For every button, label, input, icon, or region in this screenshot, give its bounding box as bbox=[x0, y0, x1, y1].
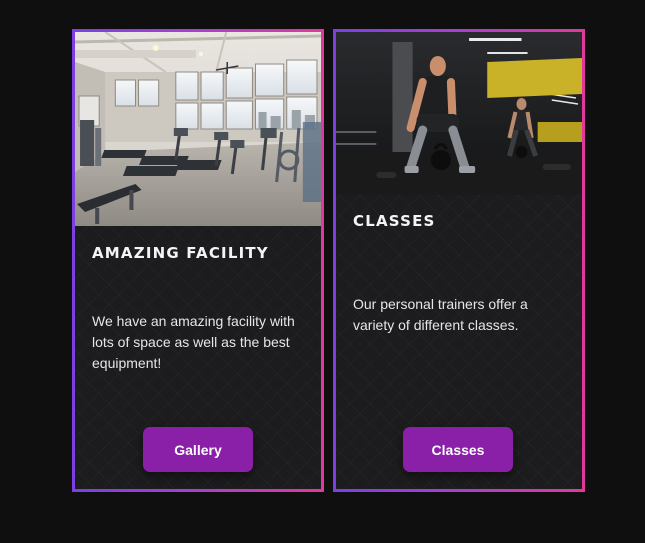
card-description: We have an amazing facility with lots of… bbox=[92, 313, 295, 371]
facility-card-body: Amazing Facility We have an amazing faci… bbox=[75, 32, 321, 489]
card-title: Classes bbox=[353, 212, 436, 230]
kettlebell-training-photo bbox=[336, 32, 582, 195]
page: Amazing Facility We have an amazing faci… bbox=[0, 0, 645, 543]
gym-facility-photo bbox=[75, 32, 321, 226]
facility-card: Amazing Facility We have an amazing faci… bbox=[72, 29, 324, 492]
gallery-button[interactable]: Gallery bbox=[143, 427, 253, 472]
classes-card-body: Classes Our personal trainers offer a va… bbox=[336, 32, 582, 489]
classes-button[interactable]: Classes bbox=[403, 427, 513, 472]
classes-card: Classes Our personal trainers offer a va… bbox=[333, 29, 585, 492]
card-description: Our personal trainers offer a variety of… bbox=[353, 296, 528, 333]
card-title: Amazing Facility bbox=[92, 244, 269, 262]
